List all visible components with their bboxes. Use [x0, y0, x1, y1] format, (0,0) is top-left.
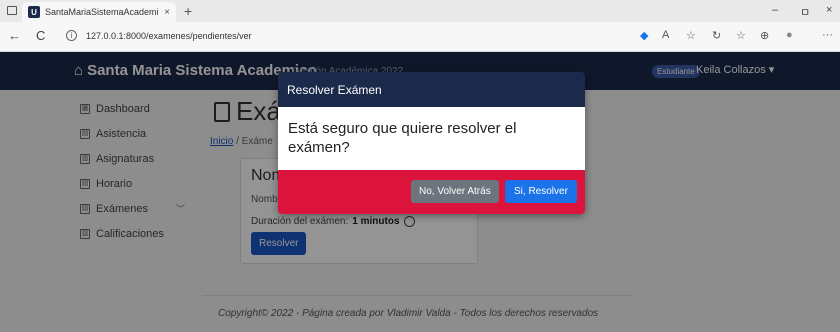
tab-actions-icon[interactable] — [7, 6, 17, 15]
favicon-icon: U — [28, 6, 40, 18]
reload-button[interactable]: C — [36, 28, 45, 43]
collections-icon[interactable]: ⊕ — [760, 29, 769, 42]
browser-tabbar: U SantaMariaSistemaAcademico × + – ㅁ × — [0, 0, 840, 22]
address-bar: ← C i 127.0.0.1:8000/examenes/pendientes… — [0, 22, 840, 52]
refresh-extension-icon[interactable]: ↻ — [712, 29, 721, 42]
new-tab-button[interactable]: + — [184, 3, 192, 19]
browser-tab[interactable]: U SantaMariaSistemaAcademico × — [22, 2, 176, 22]
restore-button[interactable]: ㅁ — [800, 4, 810, 20]
cancel-button[interactable]: No, Volver Atrás — [411, 180, 499, 203]
read-aloud-icon[interactable]: A — [662, 29, 669, 41]
confirm-modal: Resolver Exámen Está seguro que quiere r… — [278, 72, 585, 214]
modal-footer: No, Volver Atrás Si, Resolver — [278, 170, 585, 214]
modal-title: Resolver Exámen — [287, 83, 382, 97]
confirm-button[interactable]: Si, Resolver — [505, 180, 577, 203]
modal-message: Está seguro que quiere resolver el exáme… — [288, 120, 517, 156]
favorites-icon[interactable]: ☆ — [736, 29, 746, 42]
minimize-button[interactable]: – — [772, 4, 778, 16]
tab-title: SantaMariaSistemaAcademico — [45, 7, 160, 17]
modal-header: Resolver Exámen — [278, 72, 585, 107]
modal-body: Está seguro que quiere resolver el exáme… — [278, 107, 585, 170]
favorite-icon[interactable]: ☆ — [686, 29, 696, 42]
close-window-button[interactable]: × — [826, 4, 832, 16]
site-info-icon[interactable]: i — [66, 30, 77, 41]
back-button[interactable]: ← — [8, 28, 21, 43]
extension-icon[interactable]: ◆ — [640, 29, 648, 42]
more-icon[interactable]: ··· — [822, 29, 833, 41]
tab-close-icon[interactable]: × — [164, 7, 170, 18]
url-field[interactable]: 127.0.0.1:8000/examenes/pendientes/ver — [86, 31, 252, 41]
profile-icon[interactable]: ● — [786, 29, 793, 41]
